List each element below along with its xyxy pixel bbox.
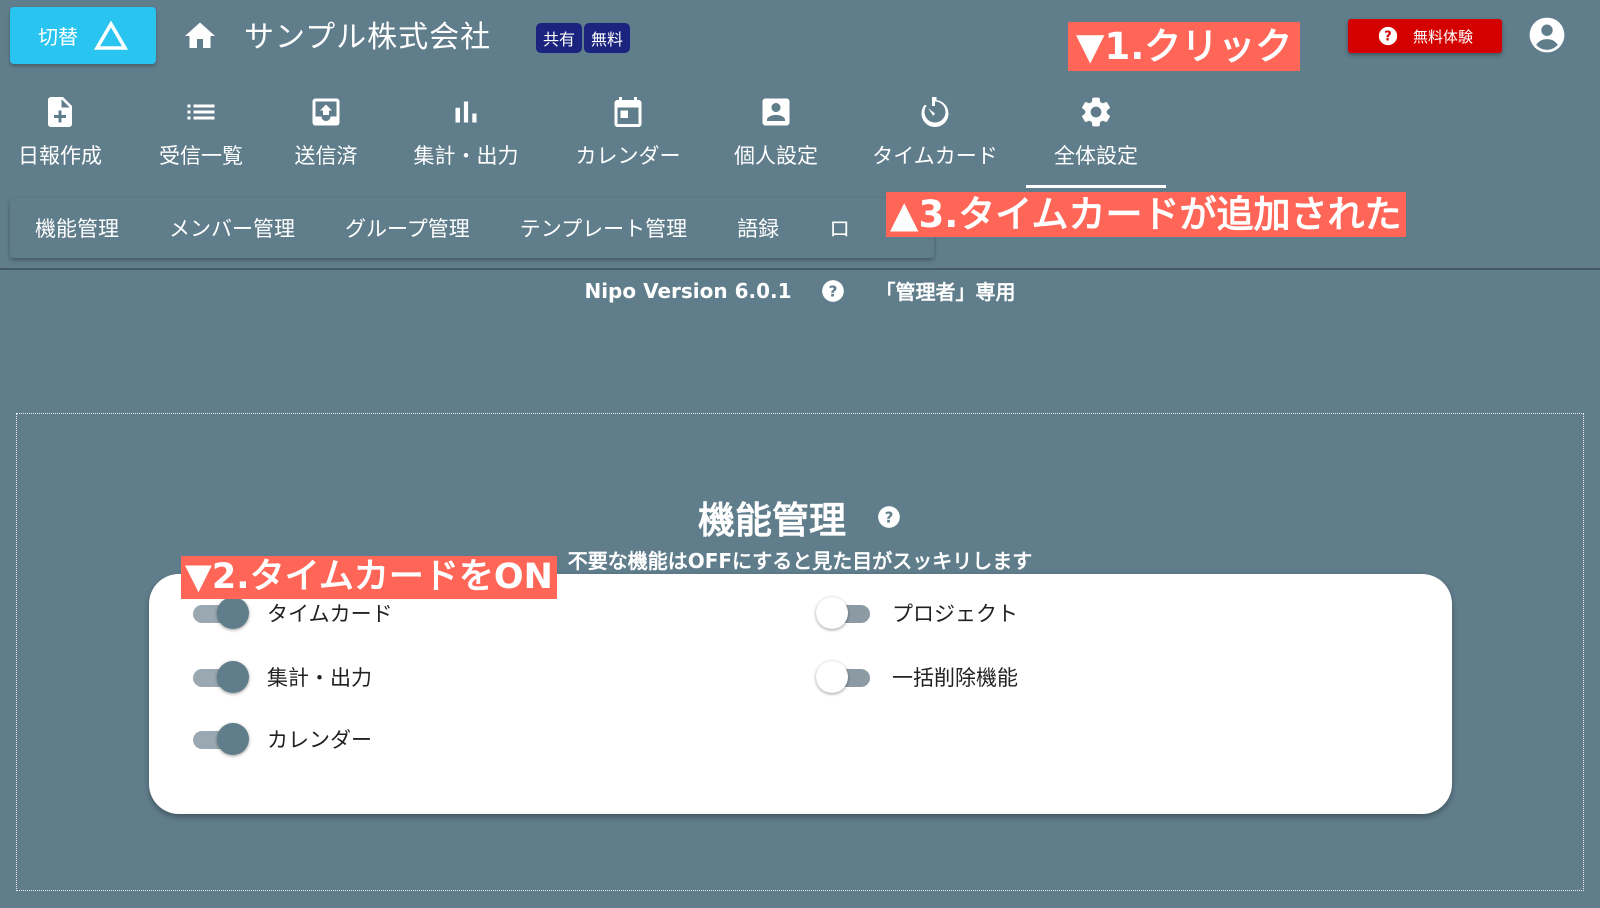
toggle-thumb (816, 661, 848, 693)
nav-item-report-create[interactable]: 日報作成 (10, 90, 110, 188)
switch-button-label: 切替 (38, 25, 78, 49)
nav-item-timecard[interactable]: タイムカード (862, 90, 1008, 188)
home-icon[interactable] (182, 18, 218, 54)
subtab-truncated[interactable]: ロ (804, 213, 875, 243)
toggle-thumb (816, 597, 848, 629)
calendar-icon (614, 97, 642, 127)
nav-label: 送信済 (294, 144, 358, 168)
feature-title-row: 機能管理 ? (0, 490, 1600, 544)
person-box-icon (762, 98, 790, 126)
nav-item-aggregate[interactable]: 集計・出力 (406, 90, 526, 188)
free-trial-button[interactable]: ? 無料体験 (1348, 19, 1502, 53)
feature-title: 機能管理 (698, 499, 846, 542)
nav-label: タイムカード (872, 144, 998, 168)
free-trial-label: 無料体験 (1412, 27, 1473, 46)
nav-label: 集計・出力 (413, 144, 519, 168)
nav-item-personal-settings[interactable]: 個人設定 (726, 90, 826, 188)
nav-label: カレンダー (575, 144, 681, 168)
calendar-toggle[interactable] (193, 722, 249, 756)
outbox-icon (312, 98, 340, 126)
plan-badges: 共有 無料 (536, 23, 631, 53)
help-icon[interactable]: ? (876, 504, 902, 530)
aggregate-toggle[interactable] (193, 660, 249, 694)
shared-badge: 共有 (536, 23, 583, 53)
annotation-step1: ▼1.クリック (1068, 22, 1301, 71)
settings-subtabs: 機能管理 メンバー管理 グループ管理 テンプレート管理 語録 ロ (10, 198, 934, 258)
svg-text:?: ? (1384, 30, 1391, 45)
annotation-step2: ▼2.タイムカードをON (181, 556, 557, 599)
note-add-icon (48, 97, 72, 127)
switch-button[interactable]: 切替 (10, 7, 156, 64)
version-text: Nipo Version 6.0.1 (584, 278, 792, 303)
toggle-row-bulk-delete[interactable]: 一括削除機能 (816, 660, 1018, 694)
toggle-row-project[interactable]: プロジェクト (816, 596, 1018, 630)
version-row: Nipo Version 6.0.1 ? 「管理者」専用 (0, 276, 1600, 305)
active-nav-indicator (1026, 185, 1166, 188)
toggle-thumb (217, 597, 249, 629)
account-circle-icon[interactable] (1528, 16, 1566, 54)
company-name: サンプル株式会社 (244, 20, 492, 55)
toggle-row-calendar[interactable]: カレンダー (193, 722, 372, 756)
subtab-template-management[interactable]: テンプレート管理 (495, 213, 712, 243)
admin-only-text: 「管理者」専用 (875, 280, 1016, 304)
triangle-icon (94, 20, 128, 50)
list-icon (187, 104, 215, 120)
subtab-glossary[interactable]: 語録 (712, 213, 804, 243)
bar-chart-icon (455, 101, 477, 123)
timer-icon (921, 97, 949, 127)
gear-icon (1081, 97, 1111, 127)
help-icon: ? (1378, 26, 1398, 46)
nav-item-global-settings[interactable]: 全体設定 (1040, 90, 1152, 188)
svg-text:?: ? (885, 508, 894, 526)
nav-label: 日報作成 (18, 144, 102, 168)
header-divider (0, 268, 1600, 270)
toggle-label: プロジェクト (892, 602, 1018, 626)
toggle-label: 集計・出力 (267, 666, 372, 690)
nav-item-sent[interactable]: 送信済 (276, 90, 376, 188)
help-icon[interactable]: ? (820, 278, 846, 304)
svg-text:?: ? (828, 282, 837, 300)
nav-item-calendar[interactable]: カレンダー (568, 90, 688, 188)
free-badge: 無料 (584, 23, 631, 53)
toggle-row-timecard[interactable]: タイムカード (193, 596, 393, 630)
subtab-group-management[interactable]: グループ管理 (320, 213, 495, 243)
toggle-thumb (217, 723, 249, 755)
project-toggle[interactable] (816, 596, 874, 630)
toggle-label: タイムカード (267, 602, 393, 626)
nav-label: 受信一覧 (159, 144, 243, 168)
toggle-row-aggregate[interactable]: 集計・出力 (193, 660, 372, 694)
toggle-label: 一括削除機能 (892, 666, 1018, 690)
nav-label: 全体設定 (1054, 144, 1138, 168)
subtab-feature-management[interactable]: 機能管理 (10, 213, 144, 243)
annotation-step3: ▲3.タイムカードが追加された (886, 192, 1406, 237)
nav-item-inbox[interactable]: 受信一覧 (146, 90, 256, 188)
bulk-delete-toggle[interactable] (816, 660, 874, 694)
feature-toggle-card: タイムカード 集計・出力 カレンダー プロジェクト 一括削除機能 (149, 574, 1452, 814)
nav-label: 個人設定 (734, 144, 818, 168)
timecard-toggle[interactable] (193, 596, 249, 630)
toggle-label: カレンダー (267, 728, 372, 752)
toggle-thumb (217, 661, 249, 693)
subtab-member-management[interactable]: メンバー管理 (144, 213, 320, 243)
